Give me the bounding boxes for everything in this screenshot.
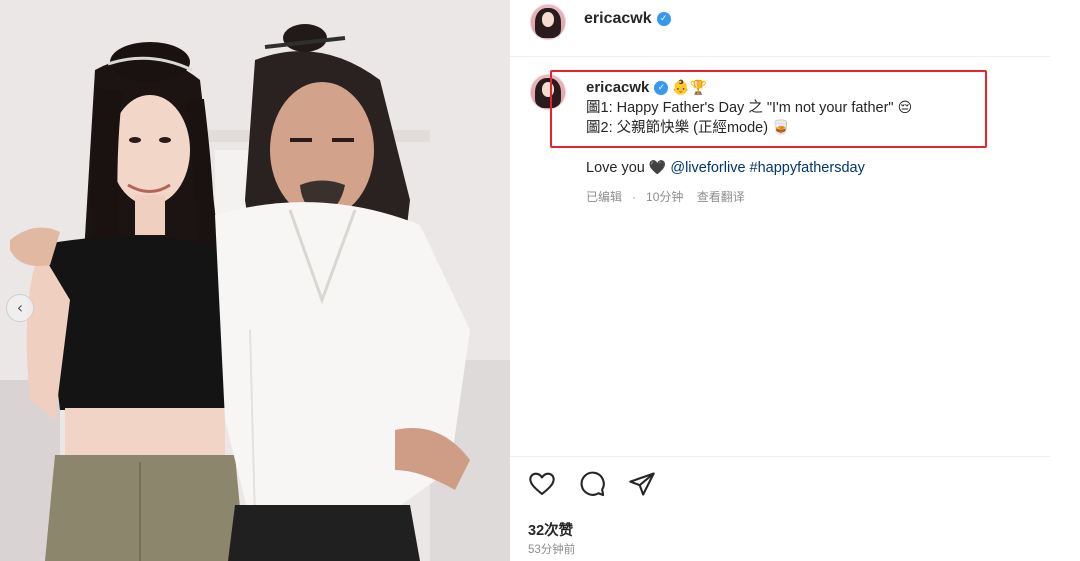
- header-username-row: ericacwk ✓: [584, 10, 671, 28]
- caption-avatar[interactable]: [530, 74, 566, 110]
- paper-plane-icon[interactable]: [628, 470, 656, 498]
- chevron-left-icon: ‹: [16, 298, 24, 317]
- caption-time: 10分钟: [646, 190, 684, 204]
- post-photo-illustration: [0, 0, 510, 561]
- verified-badge-icon: ✓: [654, 81, 669, 96]
- caption-line-1-emoji: 😔: [897, 100, 913, 116]
- caption-line-2-text: 圖2: 父親節快樂 (正經mode): [586, 120, 769, 136]
- post-photo: ‹: [0, 0, 510, 561]
- caption-line-1: 圖1: Happy Father's Day 之 "I'm not your f…: [586, 98, 912, 118]
- action-bar: [528, 470, 656, 498]
- actions-divider: [510, 456, 1050, 457]
- edited-label: 已编辑: [586, 190, 623, 204]
- caption-extra-text: Love you: [586, 160, 645, 176]
- caption-line-2: 圖2: 父親節快樂 (正經mode) 🥃: [586, 118, 912, 138]
- meta-dot: ·: [632, 190, 637, 204]
- caption-line-1-text: 圖1: Happy Father's Day 之 "I'm not your f…: [586, 100, 894, 116]
- likes-count[interactable]: 32次赞: [528, 519, 573, 540]
- verified-badge-icon: ✓: [656, 11, 671, 26]
- caption-line-2-emoji: 🥃: [772, 120, 790, 136]
- caption-header-row: ericacwk ✓ 👶🏆: [586, 78, 912, 98]
- mention-link[interactable]: @liveforlive: [670, 160, 745, 176]
- caption-emojis: 👶🏆: [672, 80, 708, 96]
- header-username[interactable]: ericacwk: [584, 10, 652, 27]
- carousel-prev-button[interactable]: ‹: [6, 294, 34, 322]
- heart-emoji: 🖤: [648, 160, 667, 176]
- post-timestamp: 53分钟前: [528, 544, 576, 556]
- caption: ericacwk ✓ 👶🏆 圖1: Happy Father's Day 之 "I…: [586, 78, 912, 138]
- caption-username[interactable]: ericacwk: [586, 79, 649, 96]
- caption-extra: Love you 🖤 @liveforlive #happyfathersday: [586, 160, 865, 176]
- see-translation-link[interactable]: 查看翻译: [697, 190, 745, 204]
- post-side-panel: ericacwk ✓ ericacwk ✓ 👶🏆 圖1: Happy Father'…: [510, 0, 1080, 561]
- header-avatar[interactable]: [530, 4, 566, 40]
- hashtag-link[interactable]: #happyfathersday: [750, 160, 865, 176]
- comment-bubble-icon[interactable]: [578, 470, 606, 498]
- caption-meta: 已编辑 · 10分钟 查看翻译: [586, 188, 755, 205]
- header-divider: [510, 56, 1050, 57]
- heart-outline-icon[interactable]: [528, 470, 556, 498]
